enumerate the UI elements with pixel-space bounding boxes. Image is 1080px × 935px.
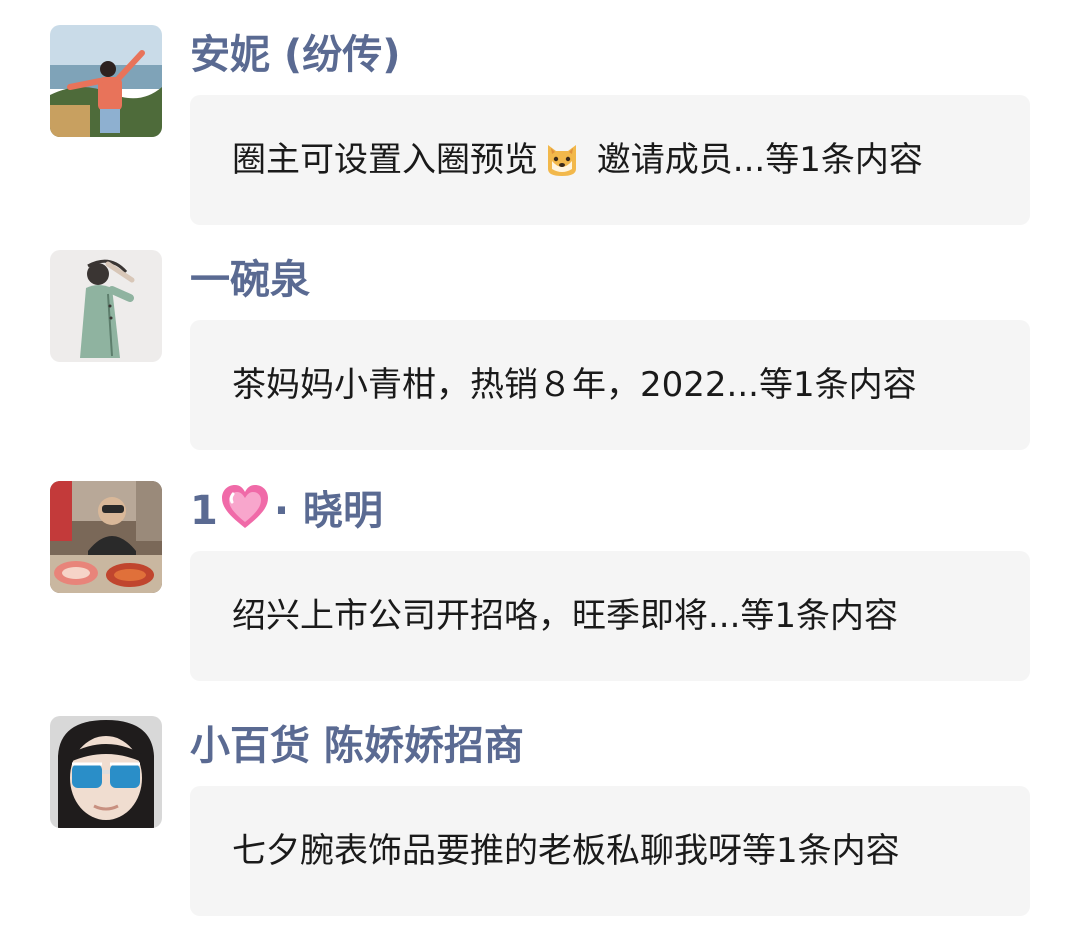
author-name[interactable]: 一碗泉: [190, 252, 310, 308]
circle-feed-list: 安妮 (纷传) 圈主可设置入圈预览 邀请成员...等1条内容 一碗泉 茶妈妈小青…: [0, 0, 1080, 935]
post-preview-card[interactable]: 绍兴上市公司开招咯，旺季即将...等1条内容: [190, 551, 1030, 681]
author-name-part: · 晓明: [273, 488, 383, 534]
author-name[interactable]: 1 · 晓明: [190, 483, 383, 539]
author-name[interactable]: 小百货 陈娇娇招商: [190, 718, 524, 774]
sparkling-heart-emoji-icon: [220, 484, 270, 545]
post-preview-text: 七夕腕表饰品要推的老板私聊我呀等1条内容: [232, 831, 900, 871]
author-name-part: 1: [190, 488, 218, 534]
avatar[interactable]: [50, 25, 162, 137]
post-preview-text: 绍兴上市公司开招咯，旺季即将...等1条内容: [232, 596, 899, 636]
woman-sunglasses-photo-icon: [50, 716, 162, 828]
dog-face-emoji-icon: [542, 103, 582, 233]
post-preview-text: 茶妈妈小青柑，热销８年，2022...等1条内容: [232, 365, 917, 405]
avatar[interactable]: [50, 716, 162, 828]
post-preview-card[interactable]: 圈主可设置入圈预览 邀请成员...等1条内容: [190, 95, 1030, 225]
post-preview-card[interactable]: 七夕腕表饰品要推的老板私聊我呀等1条内容: [190, 786, 1030, 916]
preview-text-part: 圈主可设置入圈预览: [232, 140, 538, 180]
avatar[interactable]: [50, 481, 162, 593]
author-name[interactable]: 安妮 (纷传): [190, 27, 401, 83]
preview-text-part: 邀请成员...等1条内容: [586, 140, 923, 180]
man-dining-photo-icon: [50, 481, 162, 593]
avatar[interactable]: [50, 250, 162, 362]
post-preview-text: 圈主可设置入圈预览 邀请成员...等1条内容: [232, 95, 923, 225]
woman-seaside-photo-icon: [50, 25, 162, 137]
woman-qipao-illustration-icon: [50, 250, 162, 362]
post-preview-card[interactable]: 茶妈妈小青柑，热销８年，2022...等1条内容: [190, 320, 1030, 450]
